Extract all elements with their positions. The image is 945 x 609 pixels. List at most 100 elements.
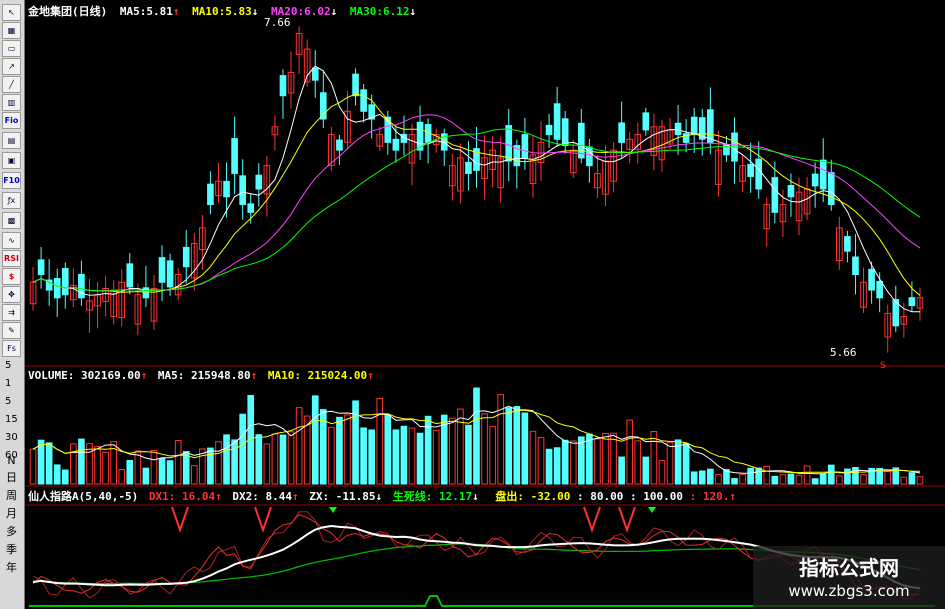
- fs-icon[interactable]: Fs: [2, 340, 21, 357]
- left-toolbar: ↖ ▦ ▭ ↗ ╱ ▥ Fio ▤ ▣ F10 ƒx ▩ ∿ RSI $ ✥ ⇉ ✎ Fs 5 1 5 15 30 60 N 日周月…: [0, 0, 25, 609]
- candle-body: [360, 89, 367, 112]
- volume-bar: [916, 476, 924, 485]
- volume-bar: [231, 439, 238, 485]
- volume-bar: [102, 451, 109, 485]
- candle-body: [771, 177, 779, 213]
- buy-arrow: [648, 507, 656, 513]
- period-tab-3[interactable]: 月: [2, 506, 21, 522]
- chart-icon[interactable]: ↗: [2, 58, 21, 75]
- period-tab-5[interactable]: 季: [2, 542, 21, 558]
- volume-header: VOLUME: 302169.00↑ MA5: 215948.80↑ MA10:…: [28, 369, 374, 382]
- candle-body: [279, 75, 287, 97]
- period-tab-0[interactable]: N: [2, 453, 21, 469]
- ma30-value: 6.12: [383, 5, 410, 18]
- volume-bar: [94, 446, 101, 485]
- chart-canvas[interactable]: S: [25, 0, 945, 609]
- volume-bar: [569, 440, 577, 485]
- volume-bar: [771, 475, 779, 485]
- buy-arrow: [329, 507, 337, 513]
- watermark: 指标公式网 www.zbgs3.com: [753, 546, 945, 609]
- candle-body: [53, 278, 61, 299]
- crosshair-icon[interactable]: ▭: [2, 40, 21, 57]
- candle-body: [844, 236, 851, 252]
- screen-icon[interactable]: ▩: [2, 212, 21, 229]
- level-100: : 100.00: [629, 490, 683, 503]
- volume-bar: [457, 408, 464, 485]
- volume-bar: [666, 442, 674, 485]
- period-tab-4[interactable]: 多: [2, 524, 21, 540]
- candle-body: [545, 124, 553, 136]
- pencil-icon[interactable]: ✎: [2, 322, 21, 339]
- volume-bar: [158, 458, 166, 485]
- volume-bar: [537, 437, 545, 485]
- volume-bar: [787, 473, 795, 485]
- volume-bar: [279, 434, 287, 485]
- volume-bar: [489, 426, 496, 485]
- volume-bar: [255, 434, 263, 485]
- volume-bar: [747, 467, 754, 485]
- volume-bar: [561, 439, 569, 485]
- volume-bar: [174, 440, 182, 485]
- formula-icon[interactable]: ƒx: [2, 192, 21, 209]
- candle-body: [521, 134, 529, 159]
- volume-bar: [392, 429, 400, 485]
- volume-bar: [207, 447, 214, 485]
- ma5-line: [32, 65, 920, 313]
- volume-bar: [594, 438, 601, 485]
- news-icon[interactable]: ▤: [2, 132, 21, 149]
- text-icon[interactable]: ▣: [2, 152, 21, 169]
- ma30-label: MA30:: [349, 5, 383, 18]
- candle-body: [819, 159, 827, 190]
- volume-bar: [586, 433, 593, 485]
- export-icon[interactable]: ⇉: [2, 304, 21, 321]
- f10-icon[interactable]: F10: [2, 172, 21, 189]
- dx2-label: DX2:: [232, 490, 259, 503]
- indicator-header: 仙人指路A(5,40,-5) DX1: 16.04↑ DX2: 8.44↑ ZX…: [28, 490, 736, 503]
- move-icon[interactable]: ✥: [2, 286, 21, 303]
- axis-number: 30: [5, 432, 18, 443]
- fio-icon[interactable]: Fio: [2, 112, 21, 129]
- candle-body: [561, 118, 569, 146]
- cursor-icon[interactable]: ↖: [2, 4, 21, 21]
- period-tab-1[interactable]: 日: [2, 470, 21, 486]
- ma10-label: MA10:: [192, 5, 226, 18]
- line-icon[interactable]: ╱: [2, 76, 21, 93]
- volume-bar: [497, 394, 505, 485]
- volume-bar: [755, 467, 763, 485]
- volume-bar: [739, 473, 746, 485]
- volume-bar: [368, 429, 376, 485]
- candle-body: [827, 172, 835, 206]
- volume-bar: [263, 443, 271, 485]
- volume-bar: [577, 436, 585, 485]
- volume-bar: [473, 387, 480, 485]
- volume-bar: [634, 440, 642, 485]
- candle-body: [577, 122, 585, 159]
- candle-body: [247, 203, 255, 213]
- stock-title: 金地集团(日线): [28, 5, 108, 18]
- rsi-icon[interactable]: RSI: [2, 250, 21, 267]
- period-tab-6[interactable]: 年: [2, 560, 21, 576]
- candle-body: [37, 259, 45, 276]
- volume-bar: [432, 429, 440, 485]
- candle-body: [618, 122, 625, 143]
- volume-bar: [61, 469, 69, 485]
- candle-body: [78, 273, 85, 299]
- vol-ma5-label: MA5:: [157, 369, 185, 382]
- period-tab-2[interactable]: 周: [2, 488, 21, 504]
- zoom-in-icon[interactable]: ▦: [2, 22, 21, 39]
- volume-bar: [521, 412, 529, 485]
- panchu-value: -32.00: [530, 490, 571, 503]
- volume-bar: [779, 474, 787, 485]
- candle-body: [61, 268, 69, 296]
- volume-bar: [900, 476, 908, 485]
- indicator-icon[interactable]: ∿: [2, 232, 21, 249]
- low-price-label: 5.66: [830, 346, 857, 359]
- volume-bar: [190, 465, 198, 485]
- volume-bar: [908, 472, 916, 485]
- bar-chart-icon[interactable]: ▥: [2, 94, 21, 111]
- volume-bar: [360, 427, 367, 485]
- panchu-label: 盘出:: [495, 490, 524, 503]
- vol-ma5-value: 215948.80: [190, 369, 251, 382]
- volume-bar: [545, 448, 553, 485]
- dollar-icon[interactable]: $: [2, 268, 21, 285]
